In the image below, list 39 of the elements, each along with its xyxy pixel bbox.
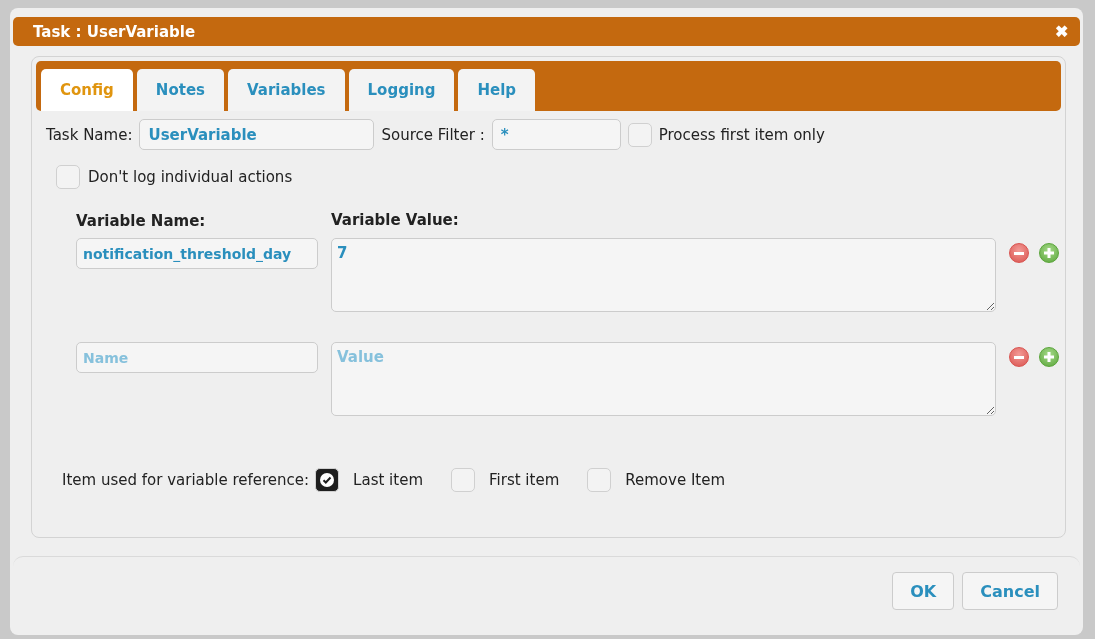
remove-button[interactable] bbox=[1009, 243, 1029, 263]
checkbox-label: Don't log individual actions bbox=[88, 168, 293, 186]
field-label: Item used for variable reference: bbox=[62, 471, 310, 489]
checkbox-label: First item bbox=[489, 471, 560, 489]
minus-icon bbox=[1014, 251, 1024, 255]
variable-value-field[interactable]: 7 bbox=[331, 238, 996, 312]
source-filter-field[interactable]: * bbox=[491, 119, 621, 150]
checkbox[interactable] bbox=[56, 165, 80, 189]
minus-icon bbox=[1014, 355, 1024, 359]
cancel-button[interactable]: Cancel bbox=[962, 572, 1058, 610]
checkbox[interactable] bbox=[587, 468, 612, 492]
tab[interactable]: Variables bbox=[228, 69, 345, 111]
variable-name-field[interactable]: notification_threshold_day bbox=[76, 238, 318, 269]
tab[interactable]: Config bbox=[41, 69, 133, 111]
tab[interactable]: Logging bbox=[348, 69, 455, 111]
checkbox-label: Last item bbox=[353, 471, 423, 489]
close-button[interactable]: ✖ bbox=[1055, 22, 1068, 41]
checkbox-label: Remove Item bbox=[625, 471, 726, 489]
add-button[interactable] bbox=[1039, 243, 1059, 263]
checkbox[interactable] bbox=[315, 468, 340, 492]
ok-button[interactable]: OK bbox=[892, 572, 955, 610]
checkbox[interactable] bbox=[451, 468, 475, 492]
add-button[interactable] bbox=[1039, 347, 1059, 367]
field-label: Source Filter : bbox=[381, 125, 485, 144]
field-label: Task Name: bbox=[46, 125, 133, 144]
plus-icon bbox=[1044, 352, 1054, 362]
variable-value-field[interactable]: Value bbox=[331, 342, 996, 416]
task-name-field[interactable]: UserVariable bbox=[139, 119, 375, 150]
plus-icon bbox=[1044, 248, 1054, 258]
tab[interactable]: Notes bbox=[136, 69, 224, 111]
checkmark-icon bbox=[320, 473, 335, 487]
checkbox-label: Process first item only bbox=[658, 125, 825, 144]
tab[interactable]: Help bbox=[458, 69, 536, 111]
variable-name-field[interactable]: Name bbox=[76, 342, 318, 373]
checkbox[interactable] bbox=[627, 122, 652, 147]
column-heading: Variable Value: bbox=[331, 211, 459, 230]
window-title: Task : UserVariable bbox=[33, 22, 196, 41]
remove-button[interactable] bbox=[1009, 347, 1029, 367]
column-heading: Variable Name: bbox=[76, 212, 206, 230]
